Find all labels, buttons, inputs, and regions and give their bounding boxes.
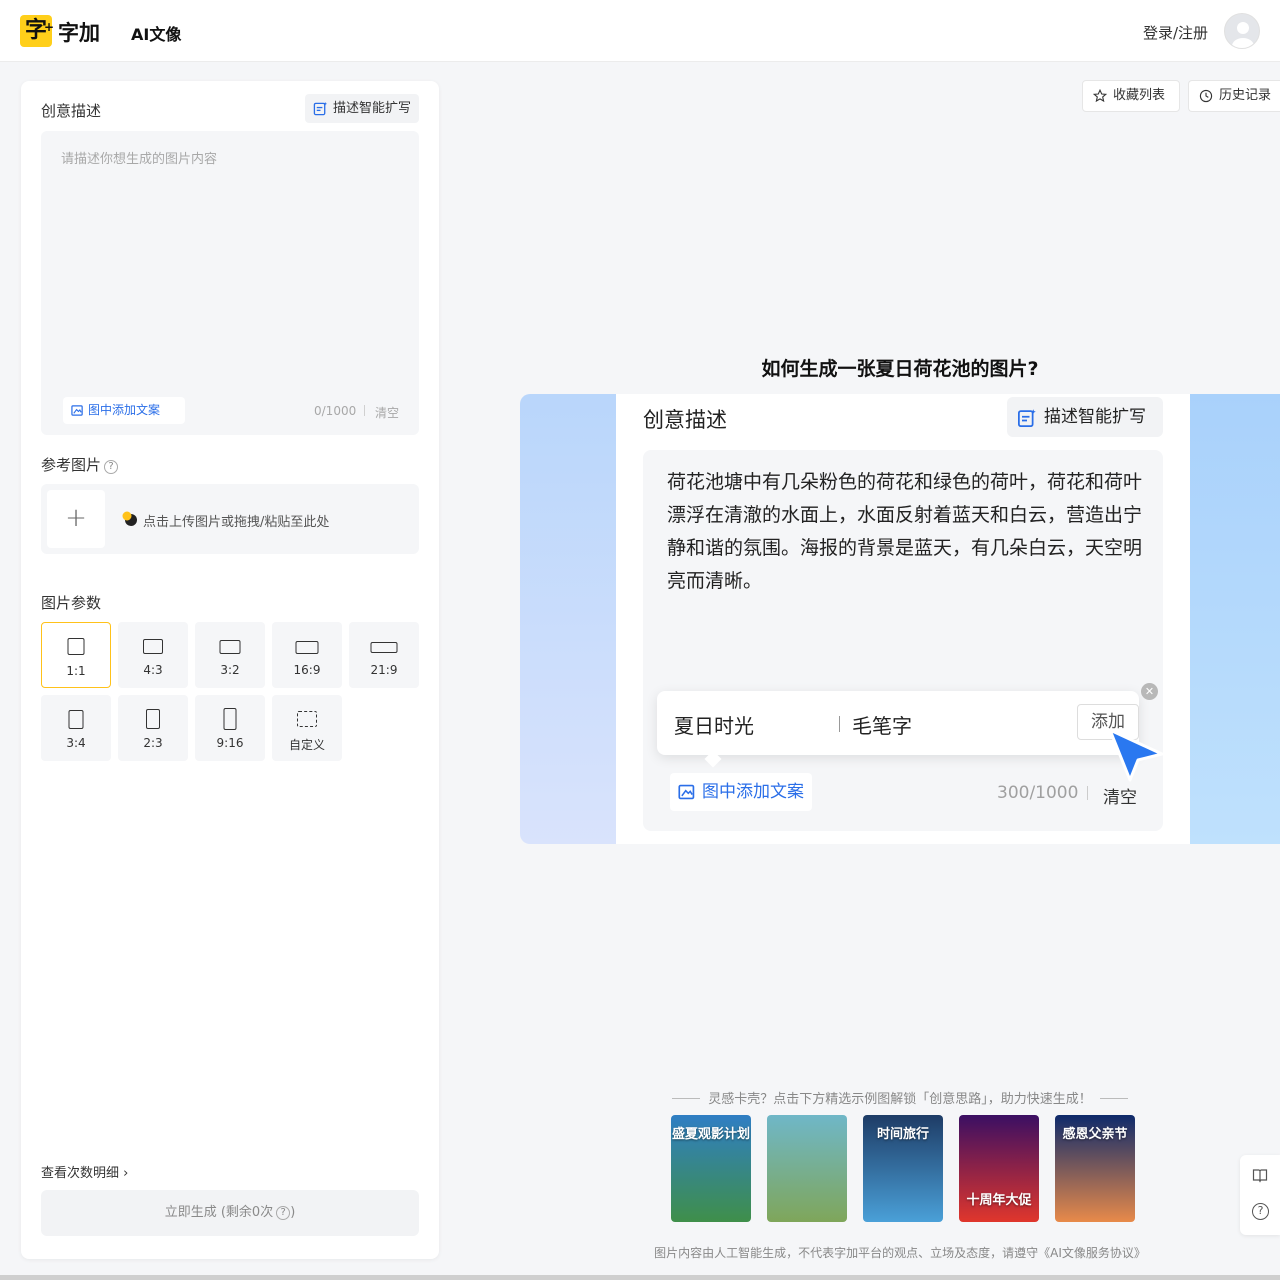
example-thumb-5[interactable]: 感恩父亲节 [1055, 1115, 1135, 1222]
demo-text-box: 荷花池塘中有几朵粉色的荷花和绿色的荷叶，荷花和荷叶漂浮在清澈的水面上，水面反射着… [643, 450, 1163, 831]
help-icon: ? [276, 1206, 291, 1220]
generate-button[interactable]: 立即生成 (剩余0次?) [41, 1190, 419, 1236]
divider [364, 405, 365, 416]
horizontal-scrollbar[interactable] [0, 1275, 1280, 1280]
ratio-21-9[interactable]: 21:9 [349, 622, 419, 688]
history-button[interactable]: 历史记录 [1188, 80, 1280, 112]
close-icon: ✕ [1141, 683, 1158, 700]
login-register-link[interactable]: 登录/注册 [1143, 22, 1208, 43]
user-icon [1232, 22, 1254, 48]
ratio-portrait-icon [68, 710, 84, 729]
demo-description-text: 荷花池塘中有几朵粉色的荷花和绿色的荷叶，荷花和荷叶漂浮在清澈的水面上，水面反射着… [667, 471, 1143, 592]
add-text-in-image-button[interactable]: 图中添加文案 [63, 397, 185, 424]
smart-expand-icon [313, 101, 328, 116]
ratio-square-icon [67, 638, 85, 655]
ratio-16-9[interactable]: 16:9 [272, 622, 342, 688]
demo-text-popup: 夏日时光 毛笔字 添加 ✕ [657, 683, 1158, 768]
demo-creative-title: 创意描述 [643, 408, 727, 432]
clear-button[interactable]: 清空 [375, 404, 399, 421]
ratio-1-1[interactable]: 1:1 [41, 622, 111, 688]
image-params-title: 图片参数 [41, 594, 102, 612]
avatar[interactable] [1224, 13, 1260, 49]
side-toolbar: ? [1240, 1155, 1280, 1235]
add-text-label: 图中添加文案 [88, 403, 161, 417]
smart-expand-icon [1018, 409, 1036, 427]
example-thumb-2[interactable] [767, 1115, 847, 1222]
star-icon [1093, 89, 1107, 103]
smart-expand-button[interactable]: 描述智能扩写 [305, 94, 419, 123]
upload-hint-icon [122, 511, 137, 526]
image-upload-area[interactable]: + 点击上传图片或拖拽/粘贴至此处 [41, 484, 419, 554]
ratio-2-3[interactable]: 2:3 [118, 695, 188, 761]
left-panel: 创意描述 描述智能扩写 请描述你想生成的图片内容 图中添加文案 0/1000 清… [21, 81, 439, 1259]
example-thumb-4[interactable]: 十周年大促 [959, 1115, 1039, 1222]
nav-ai-image[interactable]: AI文像 [131, 21, 181, 45]
creative-description-input[interactable]: 请描述你想生成的图片内容 图中添加文案 0/1000 清空 [41, 131, 419, 435]
logo-text[interactable]: 字加 [58, 17, 100, 47]
ratio-wide-icon [295, 641, 319, 654]
upload-plus-button[interactable]: + [47, 490, 105, 548]
demo-char-count: 300/1000 [997, 783, 1079, 803]
ratio-tall-icon [223, 708, 237, 730]
demo-smart-expand-button: 描述智能扩写 [1007, 397, 1163, 437]
help-icon[interactable]: ? [1252, 1203, 1269, 1220]
image-text-icon [71, 405, 83, 416]
chevron-right-icon: › [123, 1166, 129, 1181]
ratio-3-4[interactable]: 3:4 [41, 695, 111, 761]
logo-icon[interactable]: 字 + [20, 15, 54, 47]
char-count: 0/1000 [314, 404, 357, 418]
example-thumb-3[interactable]: 时间旅行 [863, 1115, 943, 1222]
help-icon[interactable]: ? [104, 460, 119, 474]
image-text-icon [678, 784, 695, 800]
clock-icon [1199, 89, 1213, 103]
cursor-icon [1108, 728, 1164, 782]
ratio-4-3[interactable]: 4:3 [118, 622, 188, 688]
ratio-ultrawide-icon [370, 642, 398, 653]
ratio-portrait-icon [146, 709, 160, 729]
example-thumb-1[interactable]: 盛夏观影计划 [671, 1115, 751, 1222]
ratio-landscape-icon [143, 639, 163, 654]
demo-add-text-button: 图中添加文案 [670, 773, 812, 811]
disclaimer-footer: 图片内容由人工智能生成，不代表字加平台的观点、立场及态度，请遵守《AI文像服务协… [654, 1246, 1146, 1260]
ratio-landscape-icon [219, 640, 241, 654]
book-icon[interactable] [1252, 1167, 1268, 1183]
top-header: 字 + 字加 AI文像 登录/注册 [0, 0, 1280, 62]
reference-image-title: 参考图片? [41, 454, 119, 475]
ratio-9-16[interactable]: 9:16 [195, 695, 265, 761]
description-placeholder: 请描述你想生成的图片内容 [61, 152, 218, 167]
popup-text: 夏日时光 [674, 714, 754, 738]
favorites-button[interactable]: 收藏列表 [1082, 80, 1180, 112]
demo-title: 如何生成一张夏日荷花池的图片? [761, 358, 1039, 380]
popup-font: 毛笔字 [852, 714, 912, 738]
upload-hint: 点击上传图片或拖拽/粘贴至此处 [122, 511, 329, 530]
ratio-custom[interactable]: 自定义 [272, 695, 342, 761]
usage-detail-link[interactable]: 查看次数明细 › [41, 1162, 128, 1181]
ratio-3-2[interactable]: 3:2 [195, 622, 265, 688]
smart-expand-label: 描述智能扩写 [333, 101, 412, 116]
demo-clear: 清空 [1103, 788, 1137, 808]
inspiration-hint: 灵感卡壳？点击下方精选示例图解锁「创意思路」，助力快速生成！ [520, 1088, 1280, 1107]
ratio-custom-icon [297, 711, 317, 727]
creative-description-title: 创意描述 [41, 102, 102, 120]
